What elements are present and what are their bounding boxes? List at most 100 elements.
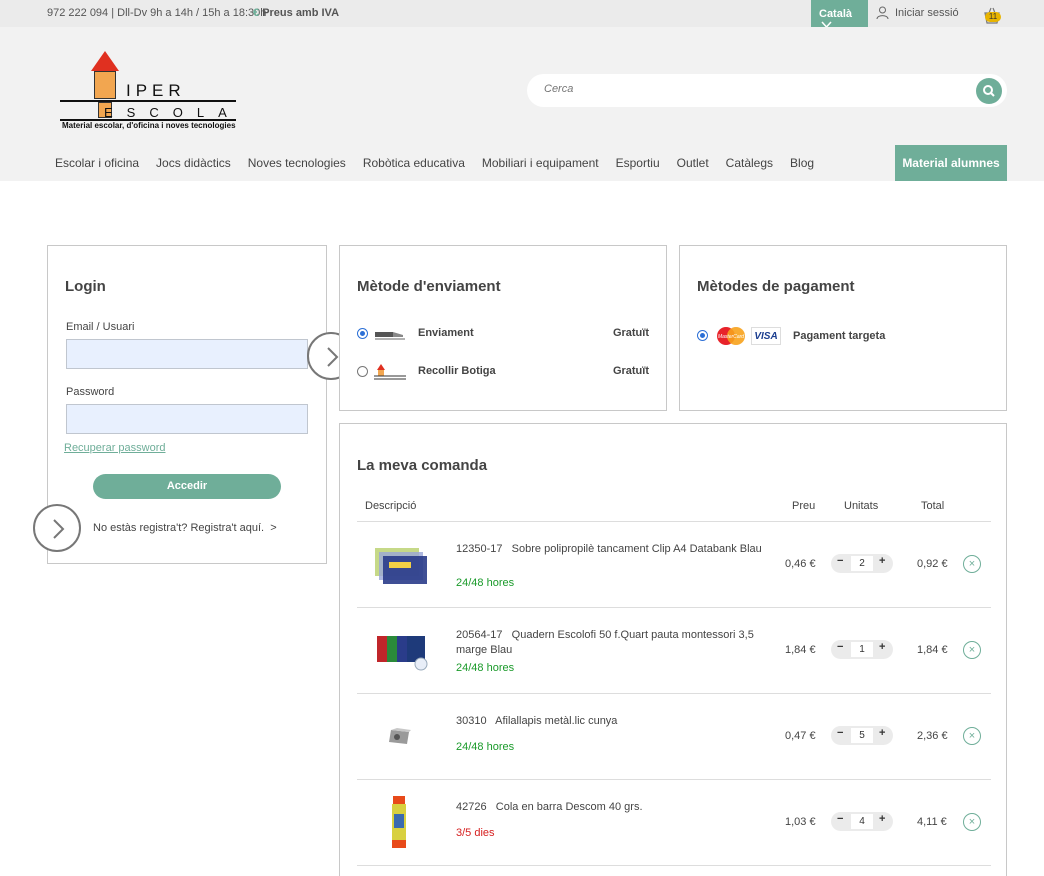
- availability-badge: 3/5 dies: [456, 827, 495, 839]
- shipping-option-price: Gratuït: [612, 365, 649, 377]
- increase-quantity-button[interactable]: +: [879, 555, 885, 567]
- chevron-right-icon: [53, 519, 65, 539]
- login-link-label: Iniciar sessió: [895, 7, 959, 19]
- remove-item-icon[interactable]: ×: [963, 727, 981, 745]
- unit-price: 0,46 €: [785, 558, 816, 570]
- payment-option-card[interactable]: [697, 328, 709, 344]
- login-submit-button[interactable]: Accedir: [93, 474, 281, 499]
- login-panel: Login Email / Usuari Password Recuperar …: [47, 245, 327, 564]
- email-label: Email / Usuari: [66, 321, 135, 333]
- order-panel: La meva comanda Descripció Preu Unitats …: [339, 423, 1007, 876]
- product-name[interactable]: Afilallapis metàl.lic cunya: [495, 715, 617, 727]
- register-link[interactable]: No estàs registra't? Registra't aquí. >: [93, 522, 277, 534]
- quantity-input[interactable]: 1: [851, 642, 873, 657]
- product-ref: 20564-17: [456, 629, 503, 641]
- contact-info: 972 222 094 | Dll-Dv 9h a 14h / 15h a 18…: [47, 7, 267, 19]
- nav-item-blog[interactable]: Blog: [790, 156, 814, 170]
- order-table-header: Descripció Preu Unitats Total: [357, 498, 991, 522]
- payment-radio-card[interactable]: [697, 330, 708, 341]
- search-bar: [527, 74, 1007, 107]
- quantity-stepper: − 1 +: [831, 640, 893, 659]
- order-row: 20564-17 Quadern Escolofi 50 f.Quart pau…: [357, 608, 991, 694]
- prices-note: € Preus amb IVA: [253, 7, 339, 19]
- search-input[interactable]: [544, 83, 964, 95]
- column-price: Preu: [792, 500, 816, 512]
- remove-item-icon[interactable]: ×: [963, 813, 981, 831]
- quantity-stepper: − 4 +: [831, 812, 893, 831]
- order-row: 42726 Cola en barra Descom 40 grs. 3/5 d…: [357, 780, 991, 866]
- remove-item-icon[interactable]: ×: [963, 641, 981, 659]
- product-name[interactable]: Cola en barra Descom 40 grs.: [496, 801, 643, 813]
- remove-item-icon[interactable]: ×: [963, 555, 981, 573]
- nav-item-esportiu[interactable]: Esportiu: [616, 156, 660, 170]
- product-description: 42726 Cola en barra Descom 40 grs.: [456, 800, 766, 815]
- logo-house-shape: [94, 71, 116, 99]
- availability-badge: 24/48 hores: [456, 741, 515, 753]
- shipping-panel: Mètode d'enviament Enviament Gratuït Rec…: [339, 245, 667, 411]
- mastercard-icon: MasterCard: [717, 327, 745, 345]
- password-label: Password: [66, 386, 115, 398]
- line-total: 1,84 €: [917, 644, 948, 656]
- availability-badge: 24/48 hores: [456, 577, 515, 589]
- product-image-sharpener: [389, 728, 411, 744]
- logo-roof-shape: [91, 51, 119, 71]
- register-arrow-icon: >: [270, 522, 277, 534]
- prices-note-label: Preus amb IVA: [262, 7, 340, 19]
- recover-password-link[interactable]: Recuperar password: [64, 442, 166, 454]
- language-selector[interactable]: Català: [811, 0, 868, 29]
- shipping-option-price: Gratuït: [612, 327, 649, 339]
- decrease-quantity-button[interactable]: −: [837, 555, 843, 567]
- nav-item-catalegs[interactable]: Catàlegs: [726, 156, 773, 170]
- language-label: Català: [819, 8, 853, 20]
- unit-price: 1,84 €: [785, 644, 816, 656]
- password-field[interactable]: [66, 404, 308, 434]
- nav-item-robotica-educativa[interactable]: Robòtica educativa: [363, 156, 465, 170]
- delivery-truck-icon: [375, 332, 405, 340]
- decrease-quantity-button[interactable]: −: [837, 641, 843, 653]
- login-link[interactable]: Iniciar sessió: [876, 6, 959, 20]
- payment-panel: Mètodes de pagament MasterCard VISA Paga…: [679, 245, 1007, 411]
- line-total: 2,36 €: [917, 730, 948, 742]
- product-ref: 12350-17: [456, 543, 503, 555]
- hiper-escola-logo[interactable]: IPER ESCOLA Material escolar, d'oficina …: [60, 49, 240, 131]
- order-title: La meva comanda: [357, 457, 488, 474]
- shipping-option-name: Enviament: [418, 327, 474, 339]
- quantity-input[interactable]: 4: [851, 814, 873, 829]
- shipping-option-name: Recollir Botiga: [418, 365, 496, 377]
- increase-quantity-button[interactable]: +: [879, 813, 885, 825]
- decrease-quantity-button[interactable]: −: [837, 813, 843, 825]
- logo-word-escola: ESCOLA: [104, 105, 241, 120]
- product-image-notebook: [377, 636, 428, 671]
- nav-item-outlet[interactable]: Outlet: [677, 156, 709, 170]
- nav-item-escolar-oficina[interactable]: Escolar i oficina: [55, 156, 139, 170]
- product-description: 12350-17 Sobre polipropilè tancament Cli…: [456, 542, 766, 557]
- product-description: 20564-17 Quadern Escolofi 50 f.Quart pau…: [456, 628, 766, 658]
- material-alumnes-button[interactable]: Material alumnes: [895, 145, 1007, 181]
- shipping-title: Mètode d'enviament: [357, 278, 501, 295]
- nav-item-jocs-didactics[interactable]: Jocs didàctics: [156, 156, 231, 170]
- increase-quantity-button[interactable]: +: [879, 727, 885, 739]
- shipping-radio-recollir[interactable]: [357, 366, 368, 377]
- cart-count-badge[interactable]: 11: [985, 12, 1001, 22]
- quantity-input[interactable]: 2: [851, 556, 873, 571]
- shipping-option-recollir[interactable]: Recollir Botiga Gratuït: [357, 364, 649, 380]
- shipping-radio-enviament[interactable]: [357, 328, 368, 339]
- column-units: Unitats: [844, 500, 879, 512]
- product-image-envelopes: [375, 548, 427, 584]
- search-button[interactable]: [976, 78, 1002, 104]
- nav-item-noves-tecnologies[interactable]: Noves tecnologies: [248, 156, 346, 170]
- shipping-option-enviament[interactable]: Enviament Gratuït: [357, 326, 649, 342]
- column-description: Descripció: [365, 500, 417, 512]
- product-name[interactable]: Sobre polipropilè tancament Clip A4 Data…: [512, 543, 762, 555]
- unit-price: 0,47 €: [785, 730, 816, 742]
- column-total: Total: [921, 500, 945, 512]
- line-total: 0,92 €: [917, 558, 948, 570]
- store-logo-icon: [374, 364, 406, 380]
- increase-quantity-button[interactable]: +: [879, 641, 885, 653]
- logo-tagline: Material escolar, d'oficina i noves tecn…: [62, 121, 236, 130]
- nav-item-mobiliari[interactable]: Mobiliari i equipament: [482, 156, 599, 170]
- register-step-arrow-icon[interactable]: [33, 504, 81, 552]
- email-field[interactable]: [66, 339, 308, 369]
- quantity-input[interactable]: 5: [851, 728, 873, 743]
- decrease-quantity-button[interactable]: −: [837, 727, 843, 739]
